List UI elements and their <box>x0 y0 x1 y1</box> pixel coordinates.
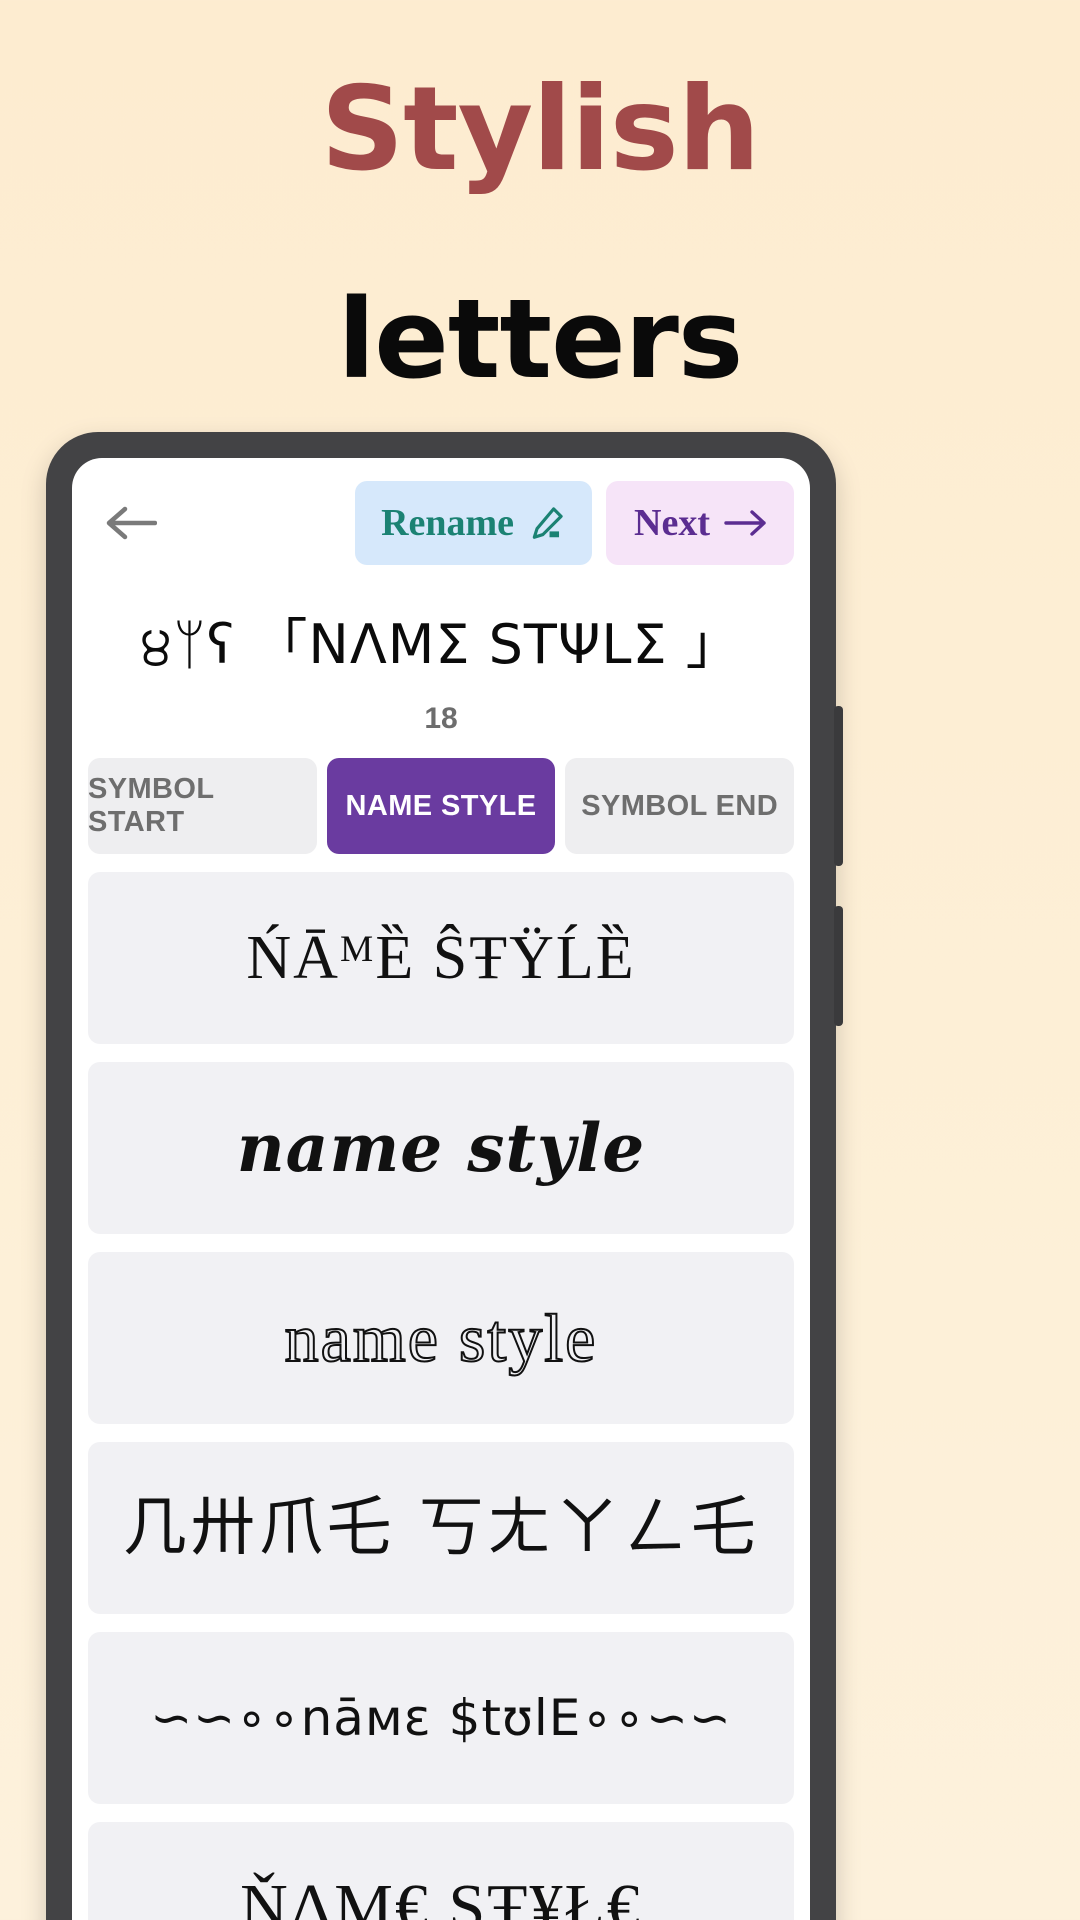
list-item[interactable]: name style <box>88 1252 794 1425</box>
next-button-label: Next <box>634 502 710 544</box>
tab-symbol-start[interactable]: SYMBOL START <box>88 758 317 855</box>
rename-button-label: Rename <box>381 502 515 544</box>
arrow-right-icon <box>724 508 768 538</box>
name-preview: ੪ᛘʕ 「NΛMΣ STΨLΣ 」 <box>141 613 741 676</box>
list-item[interactable]: name style <box>88 1062 794 1235</box>
next-button[interactable]: Next <box>606 481 794 565</box>
character-counter: 18 <box>424 702 458 736</box>
phone-screen: Rename Next ੪ᛘʕ 「NΛMΣ STΨLΣ 」 18 SYMBOL … <box>72 458 810 1920</box>
phone-power-button <box>834 906 843 1026</box>
category-tabs: SYMBOL START NAME STYLE SYMBOL END <box>72 736 810 855</box>
phone-volume-button <box>834 706 843 866</box>
tab-name-style[interactable]: NAME STYLE <box>326 758 556 855</box>
style-preview-text: 几卅爪乇 丂ㄤㄚㄥ乇 <box>122 1491 760 1566</box>
style-preview-text: name style <box>236 1109 646 1188</box>
promo-headline-primary: Stylish <box>320 62 761 197</box>
style-preview-text: name style <box>284 1300 598 1377</box>
style-preview-text: ∽∽∘∘nāмε $tʊlE∘∘∽∽ <box>150 1689 732 1748</box>
app-top-bar: Rename Next <box>72 458 810 588</box>
style-preview-text: ŃĀᴹȄ ŜŦŸĹȄ <box>246 924 636 993</box>
rename-button[interactable]: Rename <box>355 481 593 565</box>
list-item[interactable]: ŇΔM€ ŞŦ¥Ł€ <box>88 1822 794 1920</box>
arrow-left-icon <box>103 503 157 543</box>
promo-headline-secondary: letters <box>337 275 744 403</box>
back-button[interactable] <box>94 487 166 559</box>
list-item[interactable]: 几卅爪乇 丂ㄤㄚㄥ乇 <box>88 1442 794 1615</box>
pencil-icon <box>528 504 566 542</box>
tab-symbol-end[interactable]: SYMBOL END <box>565 758 795 855</box>
phone-mockup-frame: Rename Next ੪ᛘʕ 「NΛMΣ STΨLΣ 」 18 SYMBOL … <box>46 432 843 1920</box>
promo-heading-block: Stylish letters <box>0 0 1080 403</box>
style-preview-text: ŇΔM€ ŞŦ¥Ł€ <box>240 1871 642 1920</box>
list-item[interactable]: ∽∽∘∘nāмε $tʊlE∘∘∽∽ <box>88 1632 794 1805</box>
list-item[interactable]: ŃĀᴹȄ ŜŦŸĹȄ <box>88 872 794 1045</box>
style-list[interactable]: ŃĀᴹȄ ŜŦŸĹȄ name style name style 几卅爪乇 丂ㄤ… <box>72 854 810 1920</box>
